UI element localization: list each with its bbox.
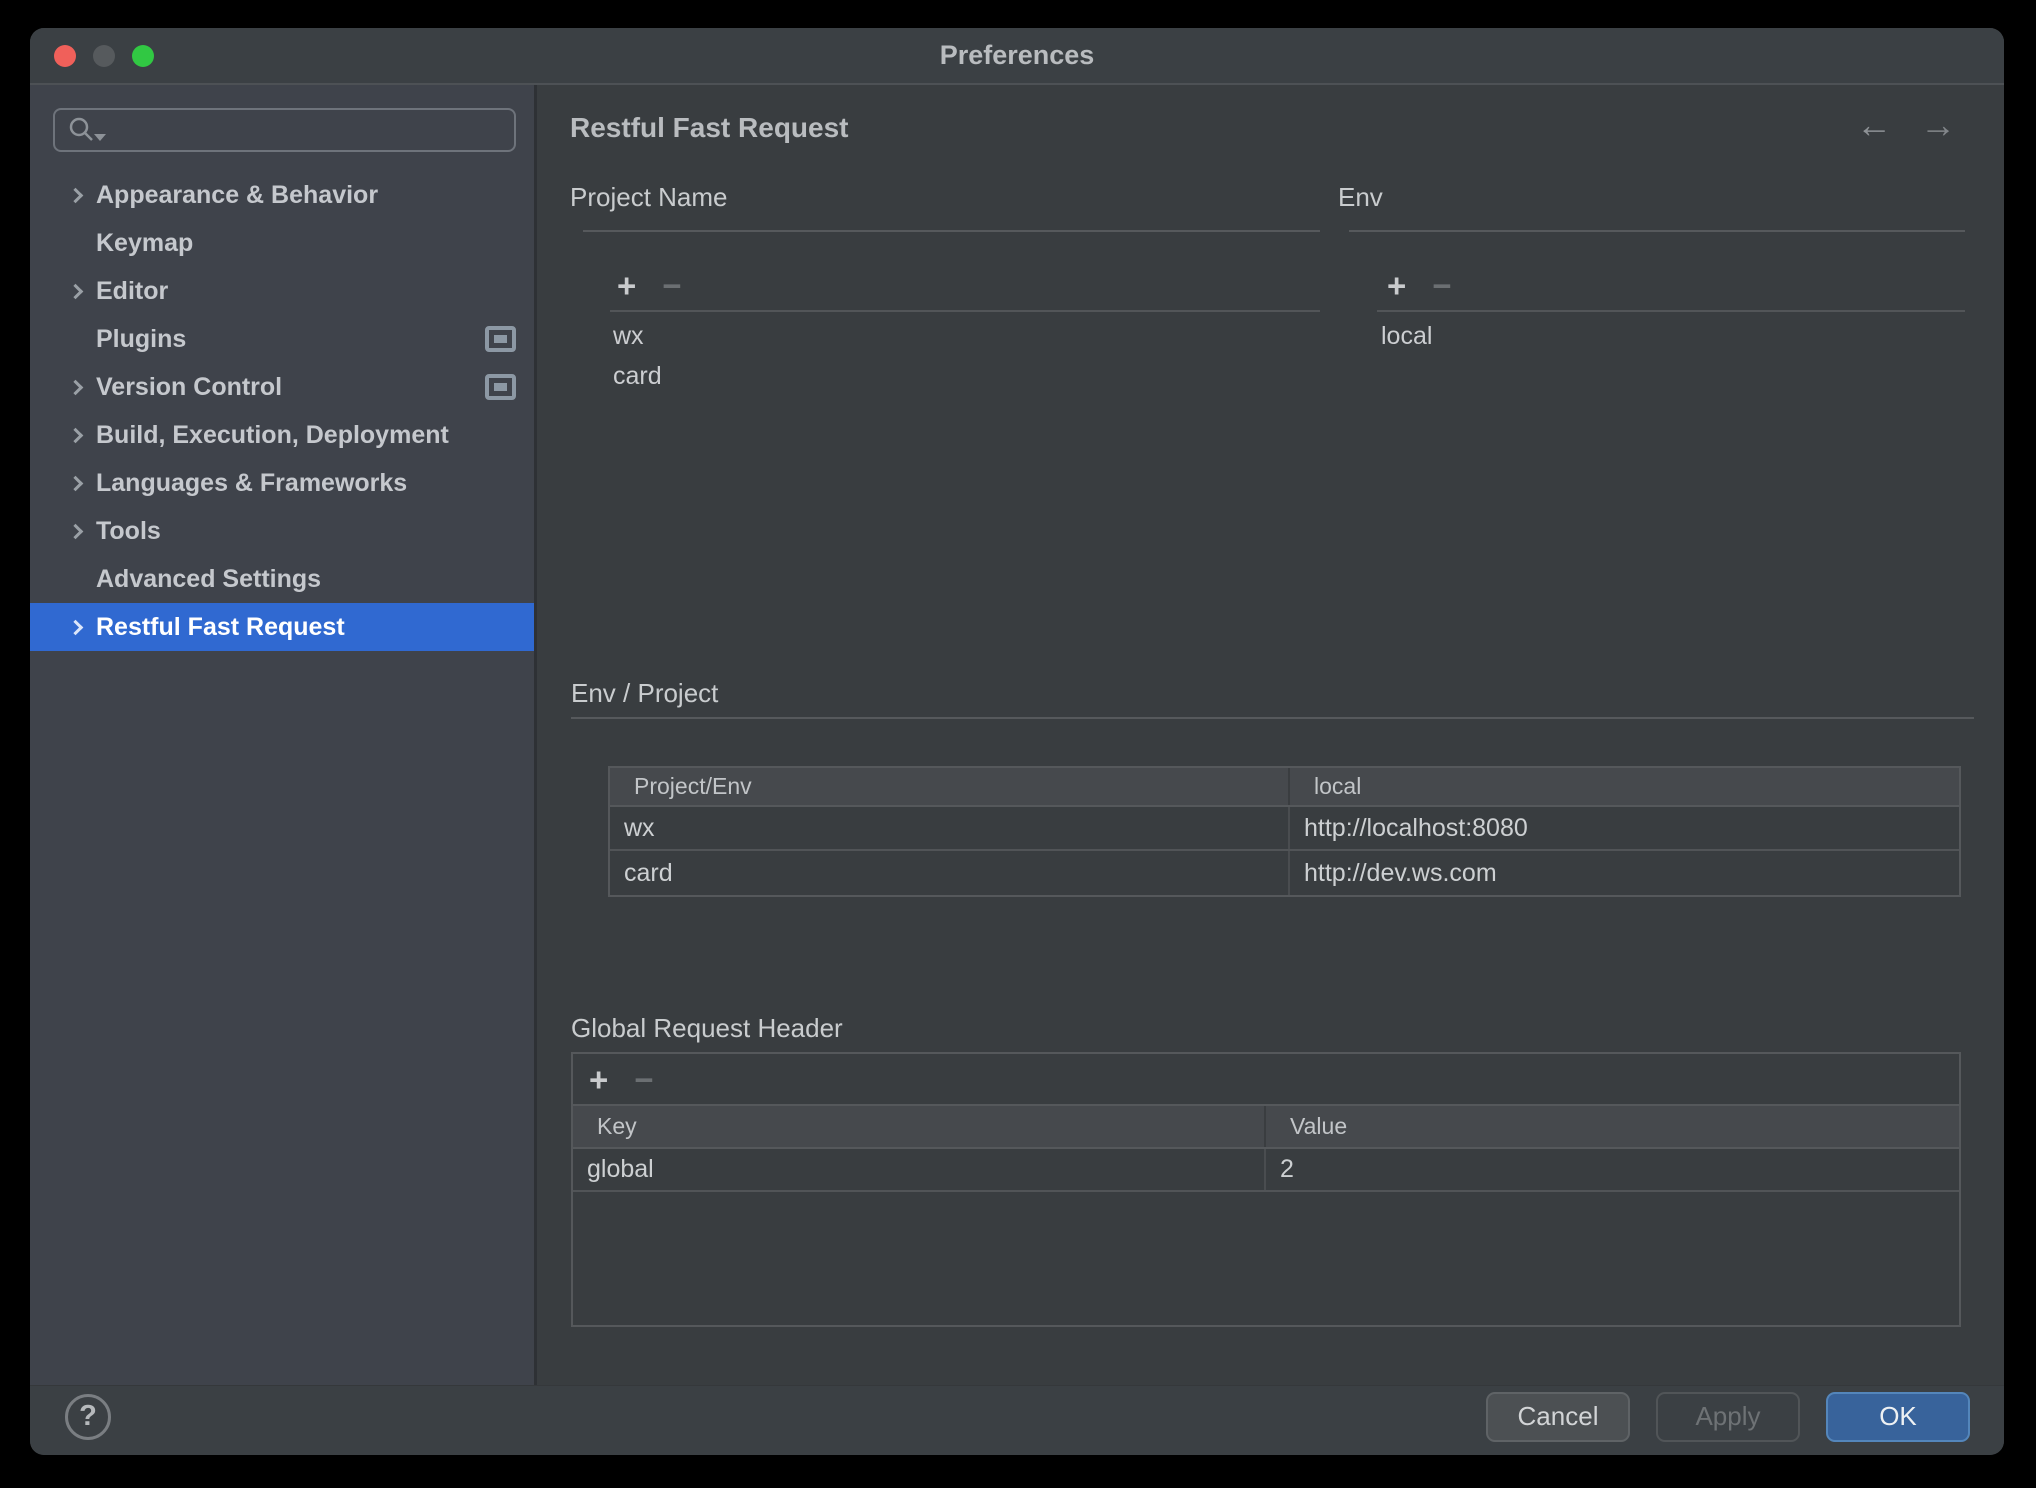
table-row[interactable]: wx http://localhost:8080 xyxy=(610,807,1959,851)
modified-settings-badge-icon xyxy=(485,374,516,400)
global-header-add-button[interactable]: + xyxy=(589,1063,608,1096)
sidebar-item-version-control[interactable]: Version Control xyxy=(30,363,534,411)
settings-sidebar: Appearance & Behavior Keymap Editor Plug… xyxy=(30,85,537,1385)
settings-tree: Appearance & Behavior Keymap Editor Plug… xyxy=(30,171,534,651)
project-name-section-label: Project Name xyxy=(570,182,728,213)
back-arrow-button[interactable]: ← xyxy=(1856,107,1892,143)
column-header[interactable]: Project/Env xyxy=(610,768,1290,805)
search-icon xyxy=(67,115,97,145)
cancel-button[interactable]: Cancel xyxy=(1486,1392,1630,1442)
forward-arrow-button[interactable]: → xyxy=(1920,107,1956,143)
global-request-header-section-label: Global Request Header xyxy=(571,1013,843,1044)
sidebar-item-editor[interactable]: Editor xyxy=(30,267,534,315)
table-cell[interactable]: card xyxy=(610,851,1290,895)
global-request-header-panel: + − Key Value global 2 xyxy=(571,1052,1961,1327)
env-toolbar: + − xyxy=(1387,269,1452,302)
modified-settings-badge-icon xyxy=(485,326,516,352)
env-project-table: Project/Env local wx http://localhost:80… xyxy=(608,766,1961,897)
sidebar-item-label: Advanced Settings xyxy=(96,565,321,594)
apply-button[interactable]: Apply xyxy=(1656,1392,1800,1442)
sidebar-item-label: Keymap xyxy=(96,229,193,258)
sidebar-item-plugins[interactable]: Plugins xyxy=(30,315,534,363)
zoom-window-button[interactable] xyxy=(132,45,154,67)
sidebar-item-label: Restful Fast Request xyxy=(96,613,345,642)
table-row[interactable]: card http://dev.ws.com xyxy=(610,851,1959,895)
sidebar-item-build-execution-deployment[interactable]: Build, Execution, Deployment xyxy=(30,411,534,459)
window-title: Preferences xyxy=(30,28,2004,83)
table-cell[interactable]: http://dev.ws.com xyxy=(1290,851,1959,895)
traffic-lights xyxy=(54,45,154,67)
window-titlebar: Preferences xyxy=(30,28,2004,85)
column-header[interactable]: Value xyxy=(1266,1106,1959,1147)
sidebar-item-label: Build, Execution, Deployment xyxy=(96,421,449,450)
project-list-item[interactable]: card xyxy=(613,356,662,396)
chevron-right-icon[interactable] xyxy=(68,619,84,635)
global-header-table-header: Key Value xyxy=(573,1106,1959,1149)
env-toolbar-underline xyxy=(1377,310,1965,312)
chevron-right-icon[interactable] xyxy=(68,475,84,491)
chevron-right-icon[interactable] xyxy=(68,187,84,203)
search-input[interactable] xyxy=(53,108,516,152)
table-cell[interactable]: wx xyxy=(610,807,1290,849)
sidebar-item-advanced-settings[interactable]: Advanced Settings xyxy=(30,555,534,603)
chevron-right-icon[interactable] xyxy=(68,379,84,395)
env-add-button[interactable]: + xyxy=(1387,269,1406,302)
dialog-footer: ? Cancel Apply OK xyxy=(30,1385,2004,1455)
env-project-table-header: Project/Env local xyxy=(610,768,1959,807)
global-header-toolbar: + − xyxy=(573,1054,1959,1106)
env-section-label: Env xyxy=(1338,182,1383,213)
env-project-section-label: Env / Project xyxy=(571,678,718,709)
sidebar-item-restful-fast-request[interactable]: Restful Fast Request xyxy=(30,603,534,651)
project-add-button[interactable]: + xyxy=(617,269,636,302)
sidebar-item-keymap[interactable]: Keymap xyxy=(30,219,534,267)
table-row[interactable]: global 2 xyxy=(573,1149,1959,1192)
sidebar-item-label: Appearance & Behavior xyxy=(96,181,378,210)
minimize-window-button[interactable] xyxy=(93,45,115,67)
help-button[interactable]: ? xyxy=(65,1394,111,1440)
sidebar-item-label: Languages & Frameworks xyxy=(96,469,407,498)
sidebar-item-label: Plugins xyxy=(96,325,186,354)
preferences-window: Preferences Appearance & Behavior Keymap xyxy=(30,28,2004,1455)
global-header-remove-button[interactable]: − xyxy=(634,1063,653,1096)
column-header[interactable]: Key xyxy=(573,1106,1266,1147)
project-name-separator xyxy=(583,230,1320,232)
project-list-item[interactable]: wx xyxy=(613,316,662,356)
close-window-button[interactable] xyxy=(54,45,76,67)
chevron-right-icon[interactable] xyxy=(68,283,84,299)
table-cell[interactable]: global xyxy=(573,1149,1266,1190)
env-project-separator xyxy=(571,717,1974,719)
env-list-item[interactable]: local xyxy=(1381,316,1432,356)
project-toolbar-underline xyxy=(610,310,1320,312)
question-mark-icon: ? xyxy=(79,1400,97,1433)
env-list: local xyxy=(1381,316,1432,356)
env-separator xyxy=(1349,230,1965,232)
sidebar-item-tools[interactable]: Tools xyxy=(30,507,534,555)
sidebar-item-languages-frameworks[interactable]: Languages & Frameworks xyxy=(30,459,534,507)
chevron-right-icon[interactable] xyxy=(68,427,84,443)
env-remove-button[interactable]: − xyxy=(1432,269,1451,302)
sidebar-item-label: Tools xyxy=(96,517,161,546)
sidebar-item-label: Editor xyxy=(96,277,168,306)
sidebar-item-appearance-behavior[interactable]: Appearance & Behavior xyxy=(30,171,534,219)
project-list: wx card xyxy=(613,316,662,396)
chevron-right-icon[interactable] xyxy=(68,523,84,539)
search-filter-chevron-icon[interactable] xyxy=(94,134,106,141)
page-title: Restful Fast Request xyxy=(570,112,849,144)
sidebar-item-label: Version Control xyxy=(96,373,282,402)
ok-button[interactable]: OK xyxy=(1826,1392,1970,1442)
project-toolbar: + − xyxy=(617,269,682,302)
project-remove-button[interactable]: − xyxy=(662,269,681,302)
settings-panel: Restful Fast Request ← → Project Name + … xyxy=(537,85,2004,1385)
table-cell[interactable]: http://localhost:8080 xyxy=(1290,807,1959,849)
table-cell[interactable]: 2 xyxy=(1266,1149,1959,1190)
column-header[interactable]: local xyxy=(1290,768,1959,805)
